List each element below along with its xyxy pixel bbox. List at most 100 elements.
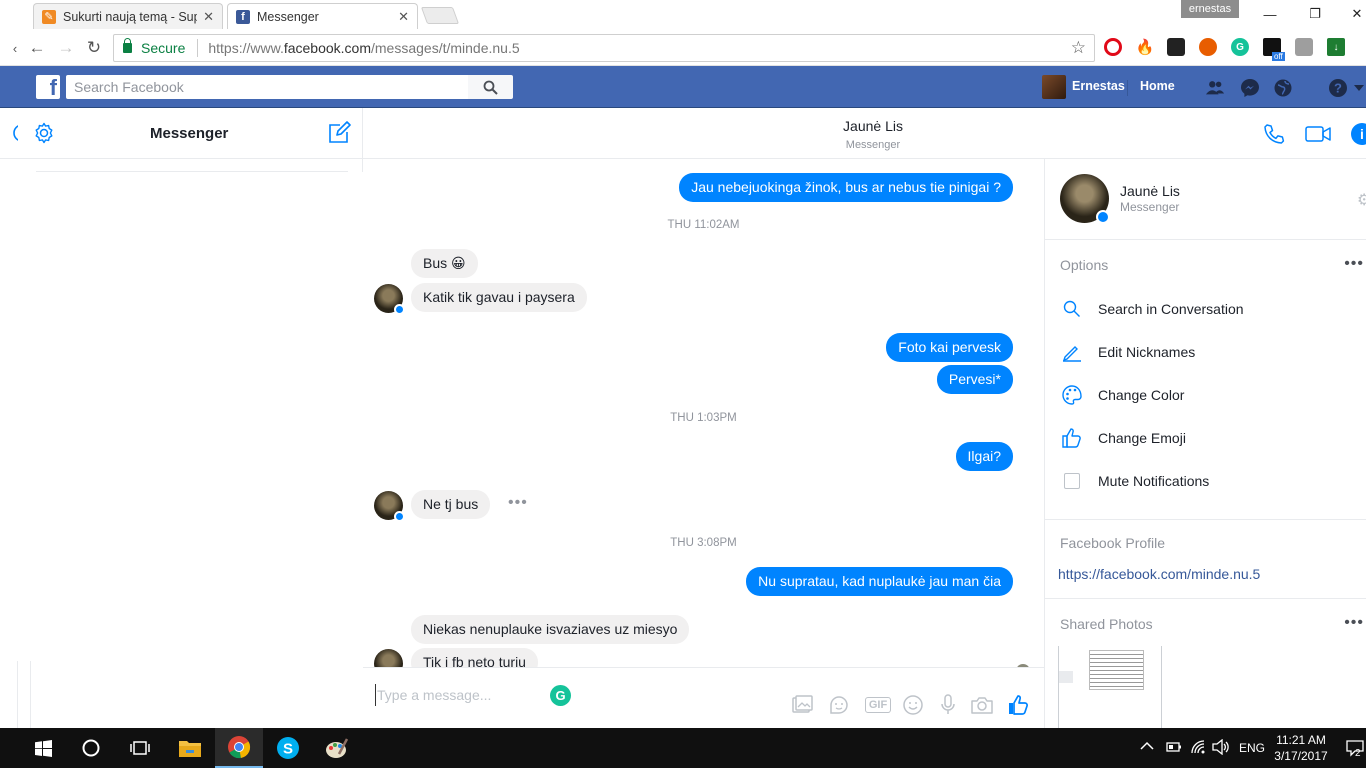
profile-badge[interactable]: ernestas	[1181, 0, 1239, 18]
mute-notifications-option[interactable]: Mute Notifications	[1060, 469, 1209, 493]
facebook-search-input[interactable]	[66, 75, 468, 99]
incoming-message[interactable]: Katik tik gavau i paysera	[411, 283, 587, 312]
contact-name[interactable]: Jaunė Lis	[1120, 183, 1180, 199]
reload-icon[interactable]: ↻	[83, 37, 105, 59]
url-text[interactable]: https://www.facebook.com/messages/t/mind…	[208, 40, 519, 56]
mute-checkbox[interactable]	[1064, 473, 1080, 489]
shared-photo-thumbnail[interactable]	[1058, 646, 1162, 728]
options-menu-icon[interactable]: •••	[1344, 255, 1364, 273]
message-thread[interactable]: Jau nebejuokinga žinok, bus ar nebus tie…	[363, 159, 1044, 667]
minimize-icon[interactable]: —	[1250, 3, 1290, 25]
camera-icon[interactable]	[969, 694, 995, 716]
incoming-message[interactable]: Niekas nenuplauke isvaziaves uz miesyo	[411, 615, 690, 644]
file-explorer-icon[interactable]	[166, 728, 214, 768]
outgoing-message[interactable]: Jau nebejuokinga žinok, bus ar nebus tie…	[679, 173, 1013, 202]
flame-extension-icon[interactable]: 🔥	[1136, 38, 1155, 56]
gif-icon[interactable]: GIF	[864, 694, 892, 716]
url-prefix: https://www.	[208, 40, 284, 56]
lock-icon	[123, 38, 132, 53]
add-photo-icon[interactable]	[791, 694, 813, 716]
panel-divider	[1045, 239, 1366, 240]
gif-label: GIF	[864, 697, 892, 713]
account-menu-icon[interactable]	[1352, 78, 1366, 98]
battery-icon[interactable]	[1166, 741, 1182, 756]
sticker-icon[interactable]	[828, 694, 850, 716]
facebook-logo-icon[interactable]: f	[36, 75, 60, 99]
secure-indicator[interactable]: Secure	[123, 38, 185, 56]
shared-photos-heading[interactable]: Shared Photos	[1060, 616, 1153, 632]
conversation-name[interactable]: Jaunė Lis	[0, 118, 1366, 134]
options-heading[interactable]: Options	[1060, 257, 1108, 273]
messenger-badge-icon	[394, 511, 405, 522]
emoji-icon[interactable]	[902, 694, 924, 716]
browser-tab-sukurti[interactable]: ✎ Sukurti naują temą - Sup ✕	[33, 3, 223, 29]
close-tab-icon[interactable]: ✕	[203, 9, 214, 25]
globe-notifications-icon[interactable]	[1273, 78, 1293, 98]
change-emoji-option[interactable]: Change Emoji	[1060, 426, 1186, 450]
restore-icon[interactable]: ❐	[1295, 3, 1335, 25]
hat-extension-icon[interactable]	[1167, 38, 1185, 56]
profile-link[interactable]: https://facebook.com/minde.nu.5	[1058, 566, 1260, 582]
message-actions-icon[interactable]: •••	[508, 494, 528, 512]
change-color-option[interactable]: Change Color	[1060, 383, 1184, 407]
avatar[interactable]	[374, 491, 405, 522]
outgoing-message[interactable]: Pervesi*	[936, 365, 1013, 394]
close-window-icon[interactable]: ✕	[1337, 3, 1366, 25]
cortana-search-icon[interactable]	[67, 728, 115, 768]
message-input[interactable]	[375, 684, 545, 706]
start-windows-icon[interactable]	[19, 728, 67, 768]
new-tab-button[interactable]	[420, 7, 460, 24]
outgoing-message[interactable]: Ilgai?	[955, 442, 1013, 471]
incoming-message[interactable]: Ne tj bus	[411, 490, 491, 519]
close-tab-icon[interactable]: ✕	[398, 9, 409, 25]
download-extension-icon[interactable]: ↓	[1327, 38, 1345, 56]
bookmark-star-icon[interactable]: ☆	[1071, 38, 1086, 58]
grammarly-extension-icon[interactable]: G	[1231, 38, 1249, 56]
back-arrow-icon[interactable]: ←	[26, 37, 48, 59]
chrome-taskbar-icon[interactable]	[215, 728, 263, 768]
settings-gear-icon[interactable]: ⚙	[1357, 190, 1366, 210]
option-label: Edit Nicknames	[1098, 344, 1196, 360]
like-thumb-icon[interactable]	[1007, 694, 1029, 716]
fire-extension-icon[interactable]	[1199, 38, 1217, 56]
skype-icon[interactable]: S	[264, 728, 312, 768]
messenger-icon[interactable]	[1240, 78, 1260, 98]
microphone-icon[interactable]	[937, 694, 959, 716]
show-hidden-icons-chevron[interactable]	[1140, 740, 1154, 754]
forward-arrow-icon[interactable]: →	[55, 37, 77, 59]
avatar[interactable]	[374, 284, 405, 315]
address-bar[interactable]: Secure https://www.facebook.com/messages…	[113, 34, 1095, 62]
task-view-icon[interactable]	[116, 728, 164, 768]
friend-requests-icon[interactable]	[1205, 78, 1225, 98]
avatar[interactable]	[1042, 75, 1066, 99]
profile-link[interactable]: Ernestas	[1072, 79, 1125, 93]
edit-nicknames-option[interactable]: Edit Nicknames	[1060, 340, 1195, 364]
help-icon[interactable]: ?	[1328, 78, 1348, 98]
incoming-message[interactable]: Bus 😀	[411, 249, 478, 278]
avatar[interactable]	[1060, 174, 1110, 224]
message-composer: G GIF	[363, 667, 1044, 728]
home-link[interactable]: Home	[1140, 79, 1175, 93]
incoming-message[interactable]: Tik i fb neto turiu	[411, 648, 538, 667]
system-clock[interactable]: 11:21 AM 3/17/2017	[1272, 732, 1330, 764]
wifi-icon[interactable]	[1190, 739, 1206, 758]
palette-icon	[1060, 383, 1084, 407]
outgoing-message[interactable]: Foto kai pervesk	[886, 333, 1013, 362]
volume-icon[interactable]	[1212, 738, 1230, 758]
voice-call-icon[interactable]	[1262, 122, 1286, 149]
language-indicator[interactable]: ENG	[1239, 741, 1265, 755]
search-button[interactable]	[468, 75, 513, 99]
opera-extension-icon[interactable]	[1104, 38, 1122, 56]
shared-photos-menu-icon[interactable]: •••	[1344, 614, 1364, 632]
avatar[interactable]	[374, 649, 403, 667]
search-in-conversation-option[interactable]: Search in Conversation	[1060, 297, 1244, 321]
outgoing-message[interactable]: Nu supratau, kad nuplaukė jau man čia	[746, 567, 1013, 596]
paint-icon[interactable]	[313, 728, 361, 768]
conversation-info-icon[interactable]: i	[1350, 122, 1366, 146]
browser-tab-messenger[interactable]: f Messenger ✕	[227, 3, 418, 29]
facebook-profile-heading: Facebook Profile	[1060, 535, 1166, 551]
thumbs-up-icon	[1060, 426, 1084, 450]
stack-extension-icon[interactable]	[1295, 38, 1313, 56]
video-call-icon[interactable]	[1304, 122, 1332, 149]
grammarly-icon[interactable]: G	[550, 685, 571, 706]
